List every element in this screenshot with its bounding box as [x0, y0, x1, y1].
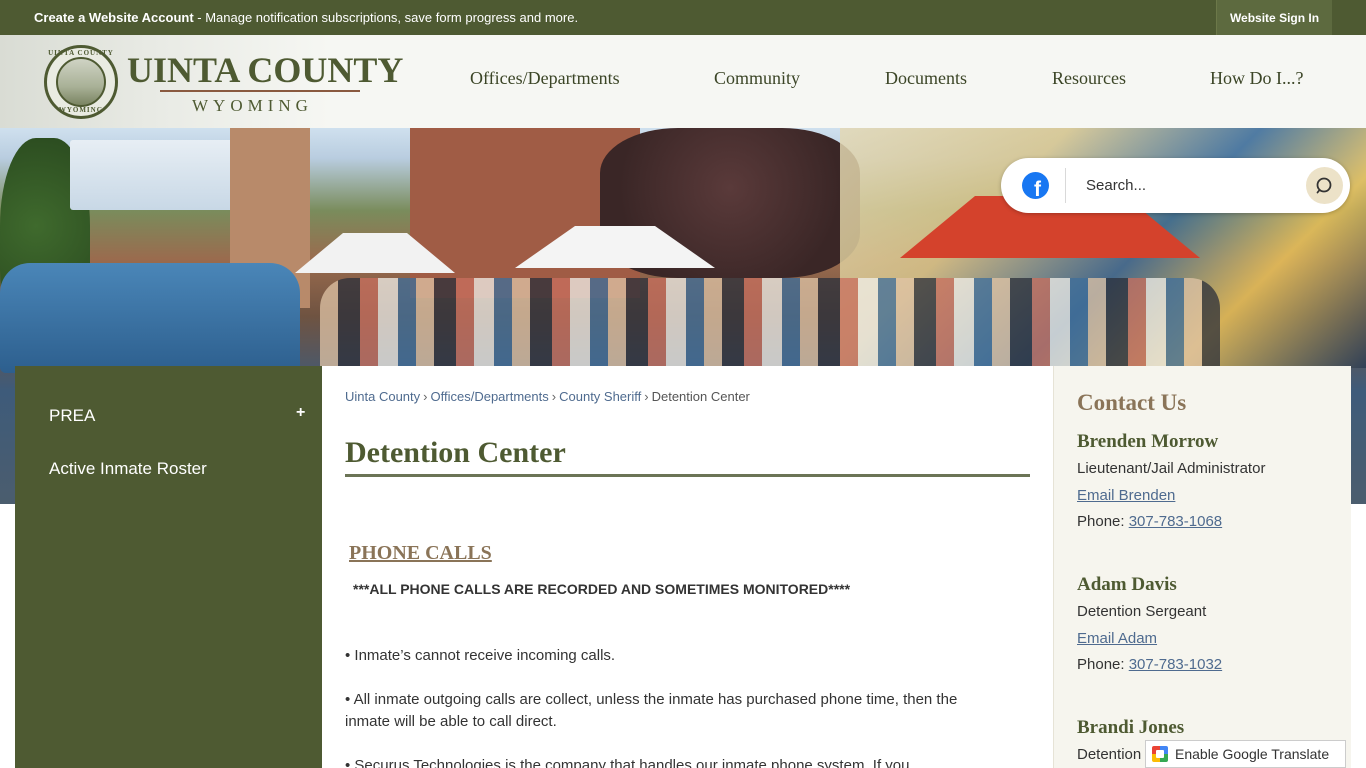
nav-how-do-i[interactable]: How Do I...? [1210, 68, 1303, 89]
site-logo-title[interactable]: UINTA COUNTY [127, 49, 403, 91]
nav-documents[interactable]: Documents [885, 68, 967, 89]
translate-label: Enable Google Translate [1175, 746, 1330, 762]
nav-community[interactable]: Community [714, 68, 800, 89]
plus-icon[interactable]: + [296, 404, 305, 422]
contact-name: Brenden Morrow [1077, 431, 1219, 452]
phone-link[interactable]: 307-783-1032 [1129, 656, 1222, 673]
search-divider [1065, 168, 1066, 203]
main-content: Uinta County › Offices/Departments › County … [322, 366, 1053, 768]
create-account-link[interactable]: Create a Website Account [34, 10, 194, 25]
contact-role: Detention Sergeant [1077, 603, 1207, 620]
email-link[interactable]: Email Adam [1077, 630, 1157, 647]
facebook-icon[interactable]: f [1022, 172, 1049, 199]
breadcrumb-separator: › [423, 389, 428, 404]
side-navigation: PREA + Active Inmate Roster [15, 366, 322, 768]
breadcrumb-county-sheriff[interactable]: County Sheriff [559, 389, 641, 404]
breadcrumb-uinta-county[interactable]: Uinta County [345, 389, 420, 404]
sidebar-item-prea[interactable]: PREA [49, 406, 95, 426]
contact-name: Brandi Jones [1077, 717, 1185, 738]
phone-link[interactable]: 307-783-1068 [1129, 513, 1222, 530]
phone-label: Phone: [1077, 656, 1129, 673]
contact-phone: Phone: 307-783-1032 [1077, 656, 1222, 673]
hero-truck [0, 263, 300, 373]
nav-resources[interactable]: Resources [1052, 68, 1126, 89]
seal-text-top: UINTA COUNTY [48, 49, 114, 57]
breadcrumb-offices-departments[interactable]: Offices/Departments [431, 389, 549, 404]
search-bar: f [1001, 158, 1350, 213]
paragraph: • Securus Technologies is the company th… [345, 757, 910, 768]
phone-label: Phone: [1077, 513, 1129, 530]
breadcrumb-separator: › [644, 389, 649, 404]
contact-role: Lieutenant/Jail Administrator [1077, 460, 1266, 477]
facebook-glyph: f [1034, 178, 1041, 199]
nav-offices-departments[interactable]: Offices/Departments [470, 68, 620, 89]
site-header: UINTA COUNTY WYOMING UINTA COUNTY WYOMIN… [0, 35, 1366, 128]
google-translate-icon [1152, 746, 1168, 762]
contact-phone: Phone: 307-783-1068 [1077, 513, 1222, 530]
breadcrumb-current: Detention Center [651, 389, 750, 404]
search-input[interactable] [1077, 168, 1297, 203]
recording-warning: ***ALL PHONE CALLS ARE RECORDED AND SOME… [353, 581, 851, 597]
seal-text-bottom: WYOMING [58, 106, 104, 114]
hero-sky [70, 140, 240, 210]
logo-divider [160, 90, 360, 92]
paragraph: • All inmate outgoing calls are collect,… [345, 691, 1029, 730]
seal-landscape [56, 57, 106, 107]
top-utility-bar: Create a Website Account - Manage notifi… [0, 0, 1366, 35]
sidebar-item-active-inmate-roster[interactable]: Active Inmate Roster [49, 459, 207, 479]
website-sign-in-button[interactable]: Website Sign In [1216, 0, 1332, 35]
create-account-description: - Manage notification subscriptions, sav… [193, 10, 579, 25]
contact-heading: Contact Us [1077, 390, 1187, 415]
email-link[interactable]: Email Brenden [1077, 487, 1175, 504]
breadcrumb: Uinta County › Offices/Departments › County … [345, 389, 750, 404]
county-seal-logo[interactable]: UINTA COUNTY WYOMING [44, 45, 118, 119]
contact-role: Detention [1077, 746, 1142, 763]
google-translate-button[interactable]: Enable Google Translate [1145, 740, 1346, 768]
section-heading-phone-calls: PHONE CALLS [349, 542, 492, 564]
search-icon [1316, 177, 1331, 193]
paragraph: • Inmate’s cannot receive incoming calls… [345, 647, 616, 664]
contact-us-panel: Contact Us Brenden Morrow Lieutenant/Jai… [1053, 366, 1351, 768]
create-account-message[interactable]: Create a Website Account - Manage notifi… [34, 10, 578, 25]
breadcrumb-separator: › [551, 389, 557, 404]
title-divider [345, 474, 1030, 477]
site-logo-subtitle: WYOMING [192, 96, 313, 115]
page-title: Detention Center [345, 436, 566, 469]
search-button[interactable] [1306, 167, 1343, 204]
contact-name: Adam Davis [1077, 574, 1177, 595]
